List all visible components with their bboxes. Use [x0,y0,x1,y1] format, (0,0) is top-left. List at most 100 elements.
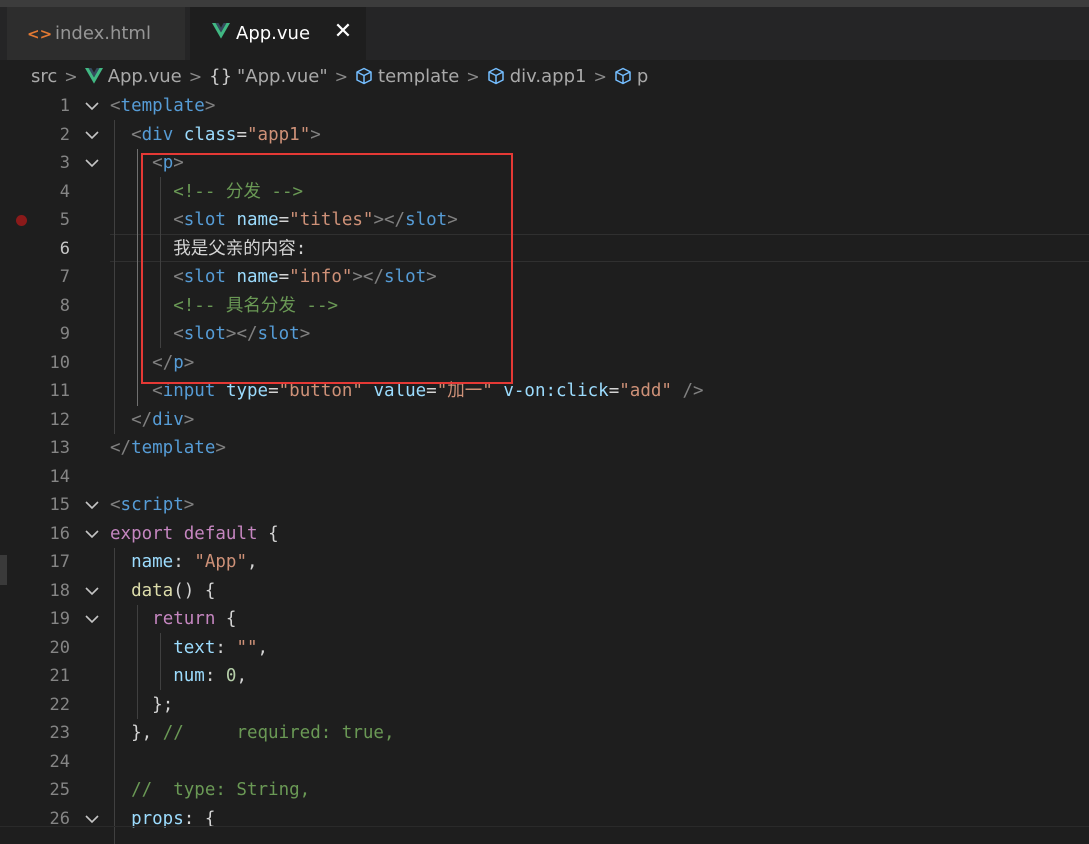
tab-index-html[interactable]: <> index.html [7,7,185,60]
vue-file-icon [84,68,103,84]
breadcrumb-item-p[interactable]: p [614,66,648,87]
tab-bar: <> index.html App.vue ✕ [0,0,1089,60]
line-number: 7 [59,267,70,287]
code-line: 16 export default { [0,520,1089,549]
line-number: 26 [49,808,70,829]
close-icon[interactable]: ✕ [332,19,354,45]
annotation-highlight-box [141,153,513,384]
html-file-icon: <> [27,24,53,43]
code-line: 24 [0,748,1089,777]
code-text: <div class="app1"> [131,124,321,145]
breadcrumb-label: p [636,65,649,87]
line-number: 8 [59,295,70,316]
code-text: }, // required: true, [131,723,395,743]
code-text: </template> [110,438,226,458]
code-line: 22 }; [0,691,1089,720]
breadcrumb-item-template[interactable]: template [355,66,459,87]
line-number: 2 [59,124,70,145]
code-line: 15 <script> [0,491,1089,520]
line-number: 12 [49,409,70,430]
line-number: 11 [49,381,70,401]
breadcrumb-item-module[interactable]: {} "App.vue" [209,66,328,87]
line-number: 5 [59,210,70,230]
code-line: 20 text: "", [0,634,1089,663]
code-text: <script> [110,495,195,515]
breadcrumb-item-app-vue[interactable]: App.vue [84,65,182,87]
cube-icon [356,67,372,85]
code-text: export default { [110,523,279,544]
code-text: text: "", [173,637,269,658]
cube-icon [487,67,504,85]
code-line: 23 }, // required: true, [0,719,1089,748]
breadcrumb-label: "App.vue" [237,65,328,87]
chevron-down-icon[interactable] [84,99,100,113]
code-line: 26 props: { [0,805,1089,834]
code-text: return { [152,609,237,629]
code-line: 2 <div class="app1"> [0,121,1089,150]
code-text: num: 0, [173,666,247,686]
code-line: 18 data() { [0,577,1089,606]
line-number: 19 [49,609,70,629]
chevron-down-icon[interactable] [84,612,100,626]
code-line: 25 // type: String, [0,776,1089,805]
line-number: 15 [49,495,70,515]
line-number: 16 [49,523,70,544]
chevron-down-icon[interactable] [84,156,100,170]
code-line: 17 name: "App", [0,548,1089,577]
line-number: 10 [49,352,70,373]
tab-bar-top-strip [0,0,1089,7]
editor-bottom-edge [0,826,1089,827]
code-line: 13 </template> [0,434,1089,463]
code-line: 19 return { [0,605,1089,634]
code-text: data() { [131,580,216,601]
chevron-right-icon: > [593,66,607,86]
line-number: 1 [59,96,70,116]
line-number: 4 [59,181,70,202]
tab-app-vue[interactable]: App.vue ✕ [190,7,366,60]
breadcrumb: src > App.vue > {} "App.vue" > template … [0,60,1089,92]
code-line: 12 </div> [0,406,1089,435]
line-number: 17 [49,552,70,572]
chevron-right-icon: > [466,66,480,86]
breadcrumb-label: src [31,65,58,87]
code-line: 1 <template> [0,92,1089,121]
line-number: 20 [49,637,70,658]
chevron-down-icon[interactable] [84,128,100,142]
line-number: 13 [49,438,70,458]
code-text: // type: String, [131,780,311,800]
code-line: 14 [0,463,1089,492]
breadcrumb-label: template [378,65,460,87]
code-text: </div> [131,409,195,430]
cube-icon [615,67,631,85]
breadcrumb-label: div.app1 [509,65,587,87]
breadcrumb-label: App.vue [107,65,182,87]
chevron-down-icon[interactable] [84,584,100,598]
chevron-down-icon[interactable] [84,812,100,826]
chevron-right-icon: > [334,66,349,86]
tab-label: index.html [55,23,151,44]
line-number: 22 [49,694,70,715]
chevron-right-icon: > [188,66,203,86]
line-number: 9 [59,324,70,344]
breadcrumb-item-src[interactable]: src [31,66,57,87]
line-number: 25 [49,780,70,800]
code-text: <template> [110,96,216,116]
code-text: props: { [131,808,216,829]
line-number: 24 [49,751,70,772]
line-number: 23 [49,723,70,743]
line-number: 6 [59,238,70,259]
braces-icon: {} [209,65,233,87]
line-number: 21 [49,666,70,686]
line-number: 3 [59,153,70,173]
chevron-right-icon: > [64,66,78,86]
line-number: 14 [49,466,70,487]
code-line: 21 num: 0, [0,662,1089,691]
chevron-down-icon[interactable] [84,527,100,541]
code-editor[interactable]: 1 <template> 2 <div class="app1"> 3 <p> … [0,92,1089,844]
code-text: name: "App", [131,552,258,572]
chevron-down-icon[interactable] [84,498,100,512]
breadcrumb-item-div-app1[interactable]: div.app1 [487,65,587,87]
line-number: 18 [49,580,70,601]
vue-file-icon [212,23,230,44]
tab-label: App.vue [236,23,311,44]
